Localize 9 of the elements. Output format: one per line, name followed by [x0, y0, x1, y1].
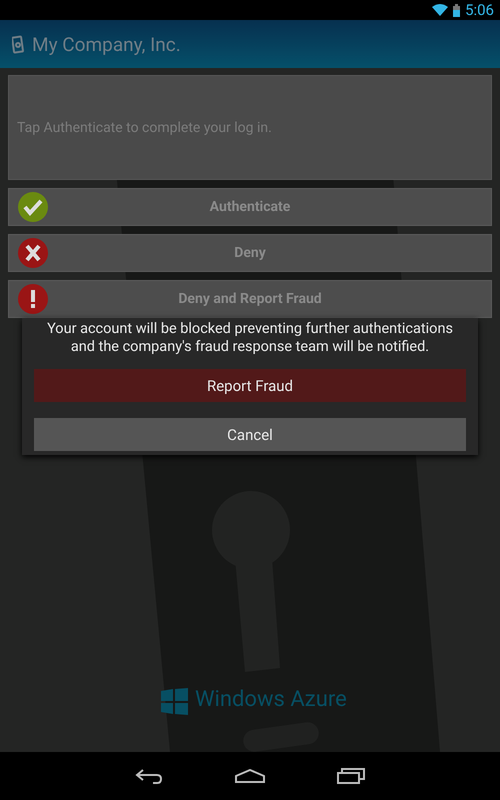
- action-button[interactable]: Deny and Report Fraud: [8, 280, 492, 318]
- brand-logo-text: Windows Azure: [195, 687, 347, 712]
- dialog-message: Your account will be blocked preventing further authentications and the company's fraud response team will be notified.: [46, 320, 454, 356]
- dialog-button[interactable]: Report Fraud: [34, 369, 466, 402]
- action-button[interactable]: Authenticate: [8, 188, 492, 226]
- action-button[interactable]: Deny: [8, 234, 492, 272]
- dialog-button[interactable]: Cancel: [34, 418, 466, 451]
- clock-time: 5:06: [465, 1, 494, 19]
- app-title: My Company, Inc.: [32, 32, 181, 56]
